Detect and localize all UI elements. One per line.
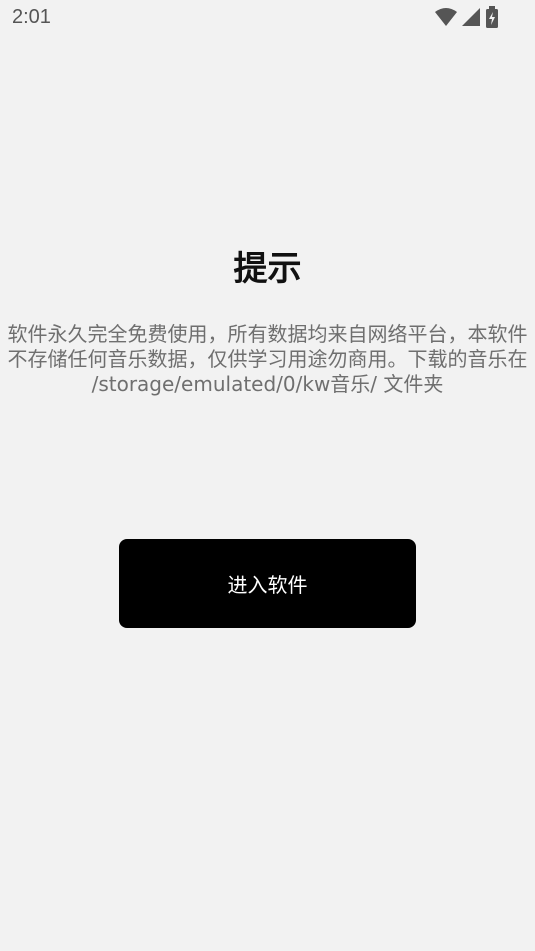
- status-time: 2:01: [12, 6, 51, 28]
- wifi-icon: [435, 8, 457, 26]
- dialog-title: 提示: [233, 249, 302, 289]
- enter-app-button[interactable]: 进入软件: [119, 539, 416, 628]
- status-icons: [435, 6, 499, 28]
- status-bar: 2:01: [0, 0, 535, 36]
- cellular-signal-icon: [462, 8, 480, 26]
- battery-charging-icon: [486, 6, 498, 28]
- dialog-message: 软件永久完全免费使用，所有数据均来自网络平台，本软件不存储任何音乐数据，仅供学习…: [7, 322, 528, 396]
- enter-app-button-label: 进入软件: [227, 573, 308, 597]
